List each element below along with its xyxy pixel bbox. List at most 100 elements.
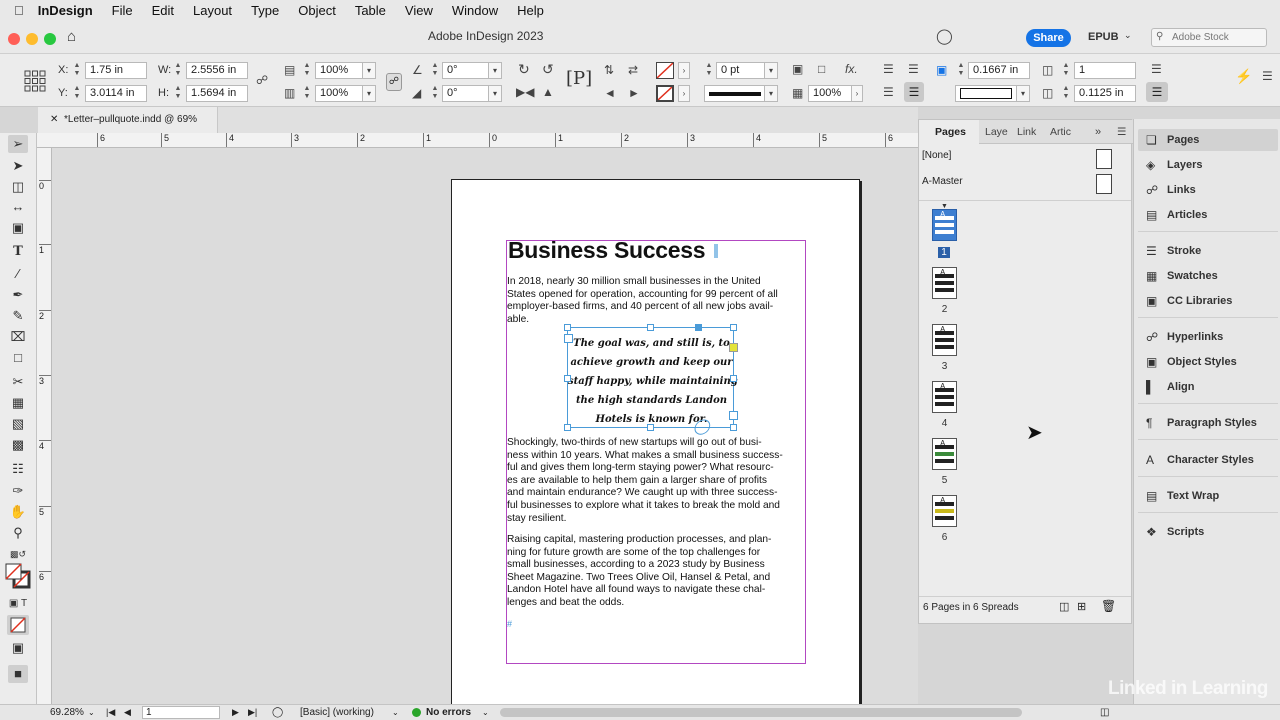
select-container-icon[interactable]: ⇅ [604, 63, 614, 77]
open-page-icon[interactable]: ◯ [272, 705, 283, 720]
handle-top-right[interactable] [730, 324, 737, 331]
rectangle-frame-tool-icon[interactable]: ⌧ [8, 328, 28, 346]
live-corner-handle[interactable] [729, 343, 738, 352]
gradient-swatch-tool-icon[interactable]: ▧ [8, 415, 28, 433]
preflight-errors[interactable]: No errors [426, 705, 471, 720]
w-field[interactable]: 2.5556 in [186, 62, 248, 79]
rotate-dropdown[interactable]: ▾ [488, 62, 502, 79]
page-thumb-5[interactable]: A [932, 438, 957, 470]
scale-x-dropdown[interactable]: ▾ [362, 62, 376, 79]
close-icon[interactable]: ✕ [50, 107, 58, 133]
y-field[interactable]: 3.0114 in [85, 85, 147, 102]
stroke-weight-stepper[interactable]: ▲ ▼ [704, 62, 714, 79]
type-tool-icon[interactable]: T [8, 243, 28, 261]
panel-menu-icon[interactable]: ☰ [1117, 120, 1126, 144]
edit-page-size-icon[interactable]: ◫ [1059, 600, 1069, 613]
tab-links[interactable]: Link [1017, 120, 1036, 144]
master-none[interactable]: [None] [922, 150, 951, 161]
horizontal-scrollbar[interactable] [500, 708, 1022, 717]
menu-view[interactable]: View [405, 3, 433, 18]
tab-layers[interactable]: Laye [985, 120, 1008, 144]
frame-fitting-icon[interactable]: □ [818, 62, 825, 76]
frame-options-dropdown[interactable]: ▾ [1016, 85, 1030, 102]
menu-help[interactable]: Help [517, 3, 544, 18]
x-stepper[interactable]: ▲ ▼ [72, 62, 82, 79]
flip-vertical-icon[interactable]: ▲ [542, 85, 554, 99]
screen-mode-icon[interactable]: ▣ [8, 639, 28, 657]
dock-paragraph-styles[interactable]: ¶ Paragraph Styles [1138, 412, 1278, 434]
new-page-icon[interactable]: ⊞ [1077, 600, 1086, 613]
h-stepper[interactable]: ▲ ▼ [173, 85, 183, 102]
zoom-level[interactable]: 69.28% [50, 705, 84, 720]
columns-stepper[interactable]: ▲ ▼ [1061, 62, 1071, 79]
rotate-cw-icon[interactable]: ↻ [518, 62, 530, 76]
align-top-icon[interactable]: ☰ [883, 62, 894, 76]
handle-top-center[interactable] [647, 324, 654, 331]
pencil-tool-icon[interactable]: ✎ [8, 307, 28, 325]
scale-y-dropdown[interactable]: ▾ [362, 85, 376, 102]
handle-top-left[interactable] [564, 324, 571, 331]
dock-character-styles[interactable]: A Character Styles [1138, 449, 1278, 471]
master-none-thumb[interactable] [1096, 149, 1112, 169]
page-thumb-3[interactable]: A [932, 324, 957, 356]
text-wrap-icon[interactable]: ☰ [1151, 62, 1162, 76]
content-collector-icon[interactable]: ▣ [8, 219, 28, 237]
delete-page-icon[interactable]: 🗑 [1101, 599, 1116, 613]
normal-view-icon[interactable]: ■ [8, 665, 28, 683]
profile-dropdown-icon[interactable]: ⌄ [392, 705, 399, 720]
align-justify-icon[interactable]: ☰ [904, 82, 924, 102]
auto-size-icon[interactable]: ☰ [1146, 82, 1168, 102]
menu-window[interactable]: Window [452, 3, 498, 18]
dock-cc-libraries[interactable]: ▣ CC Libraries [1138, 290, 1278, 312]
apple-icon[interactable]:  [14, 3, 24, 18]
dock-scripts[interactable]: ❖ Scripts [1138, 521, 1278, 543]
gutter-stepper[interactable]: ▲ ▼ [1061, 85, 1071, 102]
inset-stepper[interactable]: ▲ ▼ [956, 62, 966, 79]
scale-y-field[interactable]: 100% [315, 85, 363, 102]
menu-file[interactable]: File [112, 3, 133, 18]
anchor-marker[interactable] [564, 334, 573, 343]
w-stepper[interactable]: ▲ ▼ [173, 62, 183, 79]
minimize-window-button[interactable] [26, 33, 38, 45]
handle-middle-right[interactable] [730, 375, 737, 382]
zoom-dropdown-icon[interactable]: ⌄ [88, 705, 95, 720]
preflight-profile[interactable]: [Basic] (working) [300, 705, 374, 720]
chevron-down-icon[interactable]: ⌄ [1124, 30, 1132, 41]
select-previous-icon[interactable]: ◄ [604, 86, 616, 100]
hand-tool-icon[interactable]: ✋ [8, 503, 28, 521]
share-button[interactable]: Share [1026, 29, 1071, 47]
handle-bottom-right[interactable] [730, 424, 737, 431]
workspace-switcher[interactable]: EPUB [1088, 31, 1119, 43]
handle-middle-left[interactable] [564, 375, 571, 382]
flip-horizontal-icon[interactable]: ▶◀ [516, 85, 534, 99]
constrain-proportions-icon[interactable]: ☍ [256, 73, 268, 87]
pen-tool-icon[interactable]: ✒ [8, 286, 28, 304]
stroke-type-select[interactable] [704, 85, 766, 102]
formatting-affects-container-icon[interactable]: ▣ T [8, 595, 28, 613]
reference-point-icon[interactable] [24, 70, 46, 92]
expand-panel-icon[interactable]: » [1095, 120, 1101, 144]
dock-layers[interactable]: ◈ Layers [1138, 154, 1278, 176]
scale-x-field[interactable]: 100% [315, 62, 363, 79]
direct-selection-tool-icon[interactable]: ➤ [8, 157, 28, 175]
stroke-chevron-icon[interactable]: › [678, 85, 690, 102]
inset-field[interactable]: 0.1667 in [968, 62, 1030, 79]
tab-articles[interactable]: Artic [1050, 120, 1071, 144]
path-type-icon[interactable]: [P] [566, 68, 592, 89]
zoom-window-button[interactable] [44, 33, 56, 45]
dock-text-wrap[interactable]: ▤ Text Wrap [1138, 485, 1278, 507]
stroke-weight-field[interactable]: 0 pt [716, 62, 766, 79]
close-window-button[interactable] [8, 33, 20, 45]
default-colors-icon[interactable]: ▩↺ [8, 545, 28, 563]
drop-shadow-icon[interactable]: ▣ [792, 62, 803, 76]
stock-search[interactable]: ⚲ Adobe Stock [1151, 28, 1267, 47]
opacity-field[interactable]: 100% [808, 85, 852, 102]
rotate-field[interactable]: 0° [442, 62, 490, 79]
quick-actions-icon[interactable]: ⚡ [1235, 69, 1252, 83]
scale-x-stepper[interactable]: ▲ ▼ [302, 62, 312, 79]
scale-y-stepper[interactable]: ▲ ▼ [302, 85, 312, 102]
stroke-weight-dropdown[interactable]: ▾ [764, 62, 778, 79]
page-thumb-2[interactable]: A [932, 267, 957, 299]
h-field[interactable]: 1.5694 in [186, 85, 248, 102]
rectangle-tool-icon[interactable]: □ [8, 349, 28, 367]
